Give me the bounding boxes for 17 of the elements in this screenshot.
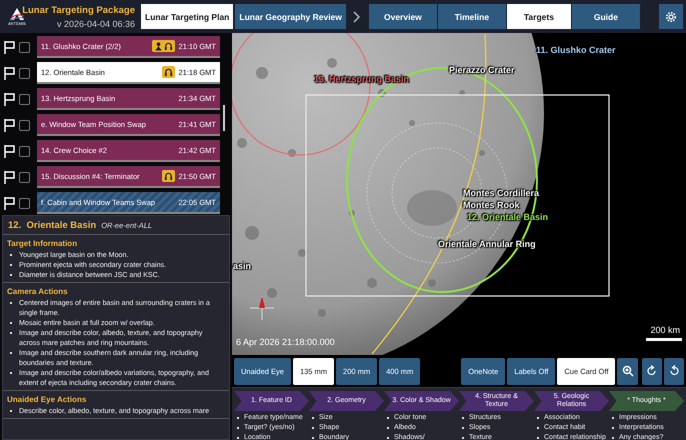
map-label: 11. Glushko Crater — [535, 45, 617, 55]
nav-tab[interactable]: Timeline — [438, 4, 506, 29]
map-timestamp: 6 Apr 2026 21:18:00.000 — [236, 337, 335, 347]
nav-tab[interactable]: Overview — [368, 4, 437, 29]
section-heading: Target Information — [7, 239, 78, 248]
version-label: v 2026-04-04 06:36 — [56, 18, 135, 28]
map-label: asin — [232, 261, 252, 271]
nav-tab[interactable]: Guide — [572, 4, 640, 29]
section-heading: Camera Actions — [7, 287, 69, 296]
plan-tab[interactable]: Lunar Geography Review — [235, 4, 346, 29]
plan-tab[interactable]: Lunar Targeting Plan — [141, 4, 234, 29]
section-heading: Unaided Eye Actions — [7, 395, 88, 404]
app-title: Lunar Targeting Package — [22, 4, 135, 16]
nav-tab[interactable]: Targets — [506, 4, 571, 29]
map-label: Montes Rook — [462, 200, 521, 210]
scale-label: 200 km — [650, 325, 680, 335]
target-title: 12. Orientale Basin — [8, 220, 96, 231]
